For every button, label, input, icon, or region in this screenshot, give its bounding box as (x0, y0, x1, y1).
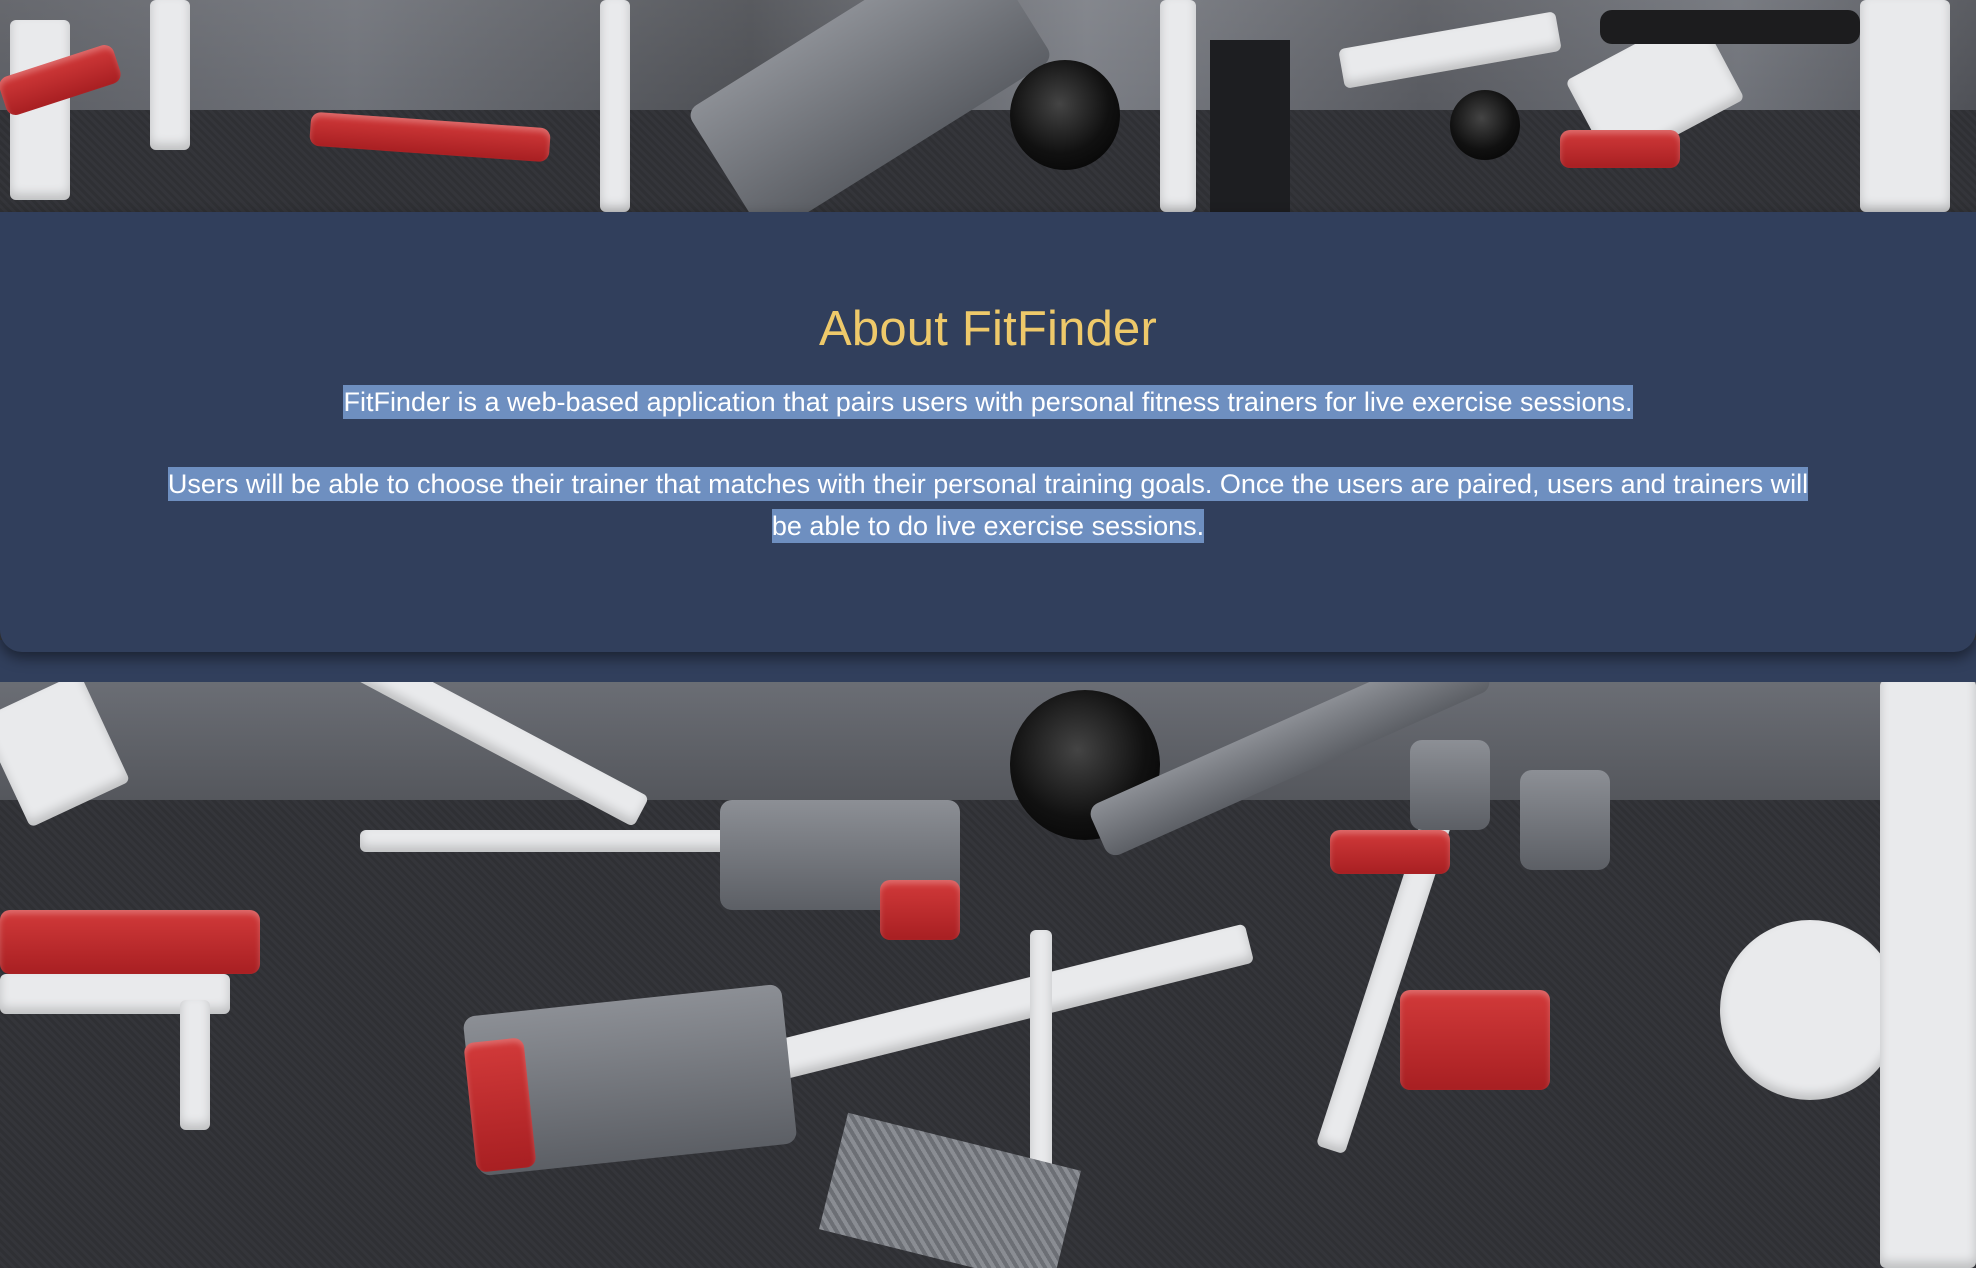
weight-plate (1450, 90, 1520, 160)
knee-pad (1520, 770, 1610, 870)
seat-pad-end (880, 880, 960, 940)
selected-text: Users will be able to choose their train… (167, 466, 1809, 543)
cam-wheel (1720, 920, 1900, 1100)
about-description-details: Users will be able to choose their train… (158, 463, 1818, 547)
about-section: About FitFinder FitFinder is a web-based… (0, 212, 1976, 652)
knee-pad (1410, 740, 1490, 830)
weight-stack (1210, 40, 1290, 212)
weight-plate (1010, 60, 1120, 170)
machine-frame (600, 0, 630, 212)
dumbbell-rack (1600, 10, 1860, 44)
background-photo-bottom (0, 680, 1976, 1268)
flat-bench-pad (0, 910, 260, 974)
bench-leg (180, 1000, 210, 1130)
bench-base (360, 830, 740, 852)
machine-frame (1160, 0, 1196, 212)
machine-frame (150, 0, 190, 150)
about-description-intro: FitFinder is a web-based application tha… (158, 381, 1818, 423)
background-photo-top (0, 0, 1976, 212)
machine-frame (1860, 0, 1950, 212)
machine-frame (1880, 680, 1976, 1268)
machine-frame (1338, 11, 1562, 89)
bench-pad (1560, 130, 1680, 168)
leg-pad (1330, 830, 1450, 874)
selected-text: FitFinder is a web-based application tha… (343, 384, 1633, 419)
roller-pad (1400, 990, 1550, 1090)
about-title: About FitFinder (819, 302, 1157, 356)
